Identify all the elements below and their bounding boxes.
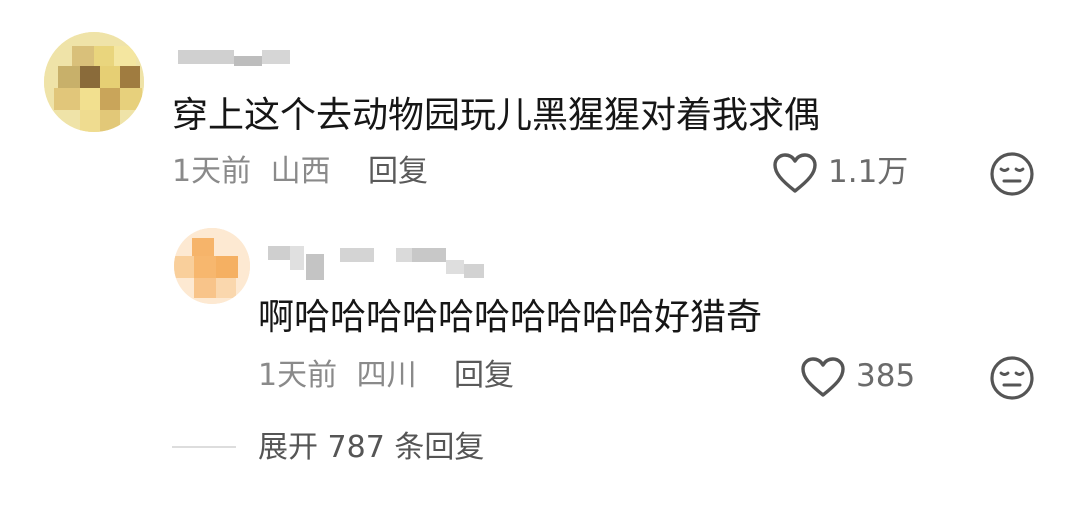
- neutral-face-icon[interactable]: [988, 150, 1036, 198]
- comment-time: 1天前: [172, 154, 252, 189]
- comment-text: 穿上这个去动物园玩儿黑猩猩对着我求偶: [172, 95, 821, 136]
- reply-button[interactable]: 回复: [368, 152, 428, 192]
- heart-icon: [801, 357, 845, 397]
- comment-location: 山西: [270, 154, 331, 189]
- heart-icon: [773, 153, 817, 193]
- reply-like-count: 385: [856, 358, 916, 394]
- expand-replies-button[interactable]: 展开 787 条回复: [258, 428, 484, 468]
- reply-time: 1天前: [258, 358, 338, 393]
- like-count: 1.1万: [828, 154, 909, 190]
- reply-location: 四川: [356, 358, 417, 393]
- neutral-face-icon[interactable]: [988, 354, 1036, 402]
- reply-reply-button[interactable]: 回复: [454, 356, 514, 396]
- reply-like-button[interactable]: 385: [800, 354, 930, 398]
- expand-divider: [172, 446, 236, 448]
- reply-text: 啊哈哈哈哈哈哈哈哈哈哈好猎奇: [258, 297, 763, 338]
- avatar[interactable]: [44, 32, 144, 132]
- reply-meta: 1天前 四川: [258, 356, 417, 396]
- reply-avatar[interactable]: [174, 228, 250, 304]
- comment-meta: 1天前 山西: [172, 152, 331, 192]
- like-button[interactable]: 1.1万: [772, 150, 922, 194]
